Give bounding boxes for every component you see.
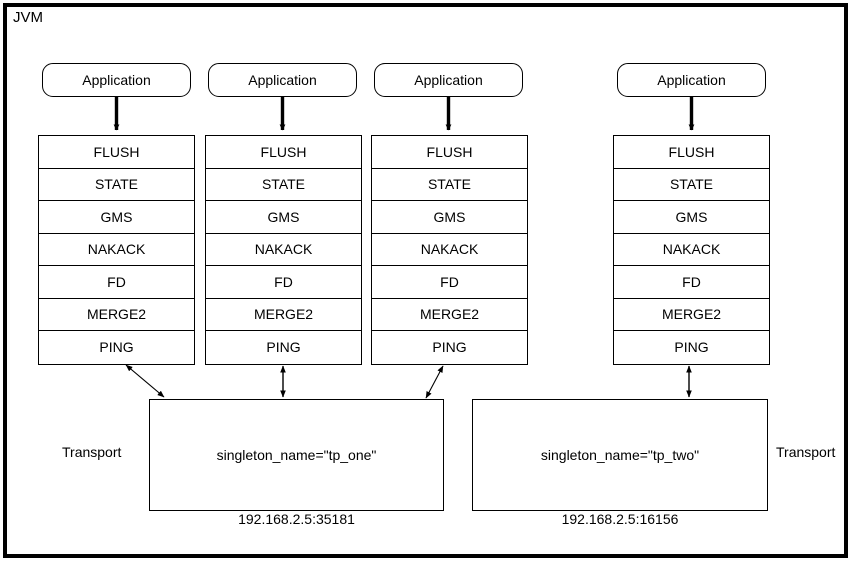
- protocol-layer-ping[interactable]: PING: [614, 331, 769, 364]
- protocol-layer-ping[interactable]: PING: [206, 331, 361, 364]
- application-label: Application: [414, 72, 483, 88]
- protocol-layer-nakack[interactable]: NAKACK: [614, 234, 769, 266]
- protocol-layer-fd[interactable]: FD: [206, 266, 361, 299]
- protocol-layer-fd[interactable]: FD: [372, 266, 527, 299]
- protocol-layer-state[interactable]: STATE: [206, 169, 361, 201]
- protocol-layer-merge2[interactable]: MERGE2: [614, 299, 769, 331]
- transport-address-tp-one: 192.168.2.5:35181: [238, 511, 355, 527]
- protocol-layer-gms[interactable]: GMS: [206, 201, 361, 234]
- protocol-layer-ping[interactable]: PING: [39, 331, 194, 364]
- protocol-layer-flush[interactable]: FLUSH: [372, 136, 527, 169]
- protocol-stack-1: FLUSH STATE GMS NAKACK FD MERGE2 PING: [38, 135, 195, 365]
- protocol-stack-4: FLUSH STATE GMS NAKACK FD MERGE2 PING: [613, 135, 770, 365]
- protocol-layer-nakack[interactable]: NAKACK: [372, 234, 527, 266]
- protocol-layer-nakack[interactable]: NAKACK: [39, 234, 194, 266]
- protocol-layer-gms[interactable]: GMS: [372, 201, 527, 234]
- protocol-stack-2: FLUSH STATE GMS NAKACK FD MERGE2 PING: [205, 135, 362, 365]
- application-box-4[interactable]: Application: [617, 63, 766, 97]
- protocol-layer-fd[interactable]: FD: [614, 266, 769, 299]
- application-label: Application: [657, 72, 726, 88]
- application-box-2[interactable]: Application: [208, 63, 357, 97]
- protocol-layer-merge2[interactable]: MERGE2: [39, 299, 194, 331]
- diagram-canvas: JVM Application Application Application …: [0, 0, 857, 567]
- transport-side-label-right: Transport: [776, 444, 836, 460]
- application-box-1[interactable]: Application: [42, 63, 191, 97]
- jvm-label: JVM: [13, 9, 43, 26]
- application-label: Application: [82, 72, 151, 88]
- protocol-layer-flush[interactable]: FLUSH: [39, 136, 194, 169]
- application-box-3[interactable]: Application: [374, 63, 523, 97]
- protocol-layer-state[interactable]: STATE: [372, 169, 527, 201]
- transport-singleton-name: singleton_name="tp_one": [216, 447, 377, 463]
- protocol-layer-ping[interactable]: PING: [372, 331, 527, 364]
- protocol-layer-gms[interactable]: GMS: [39, 201, 194, 234]
- protocol-layer-state[interactable]: STATE: [39, 169, 194, 201]
- protocol-layer-state[interactable]: STATE: [614, 169, 769, 201]
- protocol-layer-merge2[interactable]: MERGE2: [372, 299, 527, 331]
- protocol-layer-flush[interactable]: FLUSH: [614, 136, 769, 169]
- protocol-layer-flush[interactable]: FLUSH: [206, 136, 361, 169]
- protocol-layer-merge2[interactable]: MERGE2: [206, 299, 361, 331]
- protocol-layer-fd[interactable]: FD: [39, 266, 194, 299]
- protocol-stack-3: FLUSH STATE GMS NAKACK FD MERGE2 PING: [371, 135, 528, 365]
- transport-box-tp-one[interactable]: singleton_name="tp_one": [149, 399, 444, 511]
- transport-side-label-left: Transport: [62, 444, 122, 460]
- transport-address-tp-two: 192.168.2.5:16156: [561, 511, 679, 527]
- protocol-layer-nakack[interactable]: NAKACK: [206, 234, 361, 266]
- transport-singleton-name: singleton_name="tp_two": [540, 447, 700, 463]
- application-label: Application: [248, 72, 317, 88]
- protocol-layer-gms[interactable]: GMS: [614, 201, 769, 234]
- transport-box-tp-two[interactable]: singleton_name="tp_two": [472, 399, 768, 511]
